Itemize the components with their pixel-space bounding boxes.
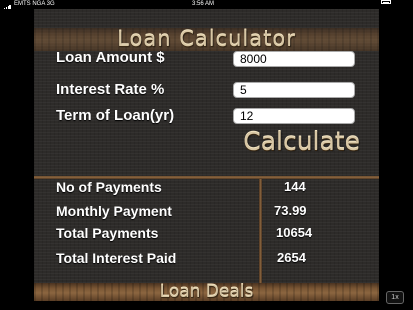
signal-bars-icon (4, 0, 13, 9)
interest-rate-label: Interest Rate % (56, 81, 165, 98)
status-bar: EMTS NGA 3G 3:56 AM (0, 0, 413, 9)
device-screen: EMTS NGA 3G 3:56 AM Loan Calculator Loan… (0, 0, 413, 310)
calculate-button[interactable]: Calculate (200, 125, 360, 159)
loan-amount-input[interactable] (233, 51, 355, 67)
term-label: Term of Loan(yr) (56, 107, 175, 124)
monthly-payment-label: Monthly Payment (56, 203, 172, 219)
total-interest-value: 2654 (277, 250, 306, 265)
clock: 3:56 AM (192, 1, 215, 7)
monthly-payment-value: 73.99 (274, 203, 307, 218)
total-payments-value: 10654 (276, 225, 313, 240)
total-interest-label: Total Interest Paid (56, 250, 177, 266)
loan-amount-label: Loan Amount $ (56, 49, 165, 66)
num-payments-value: 144 (284, 179, 306, 194)
battery-icon (381, 0, 391, 4)
loan-calculator-app: Loan Calculator Loan Amount $ Interest R… (34, 9, 379, 301)
results-column-divider (259, 179, 262, 283)
zoom-toggle-button[interactable]: 1x (386, 291, 404, 304)
num-payments-label: No of Payments (56, 179, 162, 195)
term-input[interactable] (233, 108, 355, 124)
carrier-label: EMTS NGA 3G (14, 1, 55, 7)
total-payments-label: Total Payments (56, 225, 159, 241)
loan-deals-button[interactable]: Loan Deals (34, 283, 379, 301)
app-title: Loan Calculator (117, 27, 296, 51)
interest-rate-input[interactable] (233, 82, 355, 98)
